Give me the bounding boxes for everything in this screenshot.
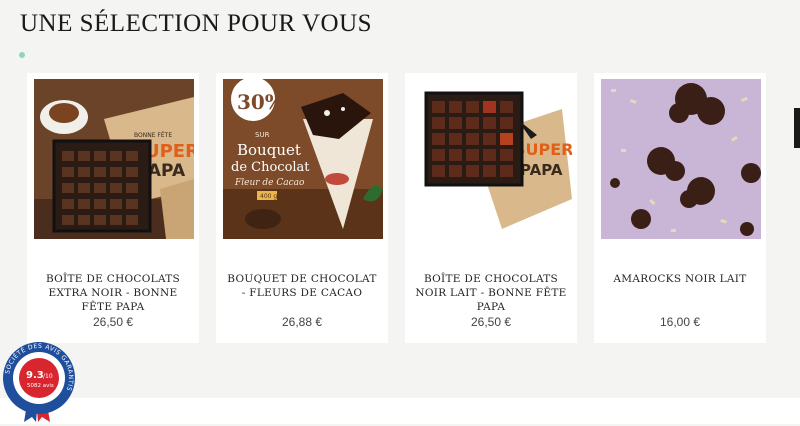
side-scroll-tab[interactable] (794, 108, 800, 148)
product-price: 26,50 € (470, 315, 512, 329)
svg-text:de Chocolat: de Chocolat (231, 160, 310, 175)
product-name[interactable]: BOÎTE DE CHOCOLATS NOIR LAIT - BONNE FÊT… (413, 272, 569, 314)
product-card[interactable]: SUPER PAPA BOÎTE DE CHOCOLATS NOIR LAIT … (405, 73, 577, 343)
product-image-gift-box[interactable]: BONNE FÊTE SUPER PAPA (34, 79, 194, 239)
svg-text:400 g: 400 g (260, 193, 277, 200)
review-badge[interactable]: SOCIÉTÉ DES AVIS GARANTIS 9.3 /10 5082 a… (2, 340, 80, 422)
product-price: 16,00 € (659, 315, 701, 329)
svg-text:Bouquet: Bouquet (237, 141, 301, 159)
review-score: 9.3 (26, 370, 44, 381)
product-image-bouquet[interactable]: 30% SUR Bouquet de Chocolat Fleur de Cac… (223, 79, 383, 239)
product-image-amarocks[interactable] (601, 79, 761, 239)
review-count: 5082 avis (27, 383, 54, 389)
product-image-gift-box[interactable]: SUPER PAPA (412, 79, 572, 239)
svg-text:BONNE FÊTE: BONNE FÊTE (134, 131, 172, 139)
product-name[interactable]: AMAROCKS NOIR LAIT (602, 272, 758, 286)
svg-text:PAPA: PAPA (520, 161, 563, 179)
product-card[interactable]: AMAROCKS NOIR LAIT 16,00 € (594, 73, 766, 343)
product-card[interactable]: BONNE FÊTE SUPER PAPA BOÎTE DE CHOCOLATS… (27, 73, 199, 343)
svg-text:30%: 30% (237, 90, 284, 114)
product-price: 26,50 € (92, 315, 134, 329)
product-name[interactable]: BOÎTE DE CHOCOLATS EXTRA NOIR - BONNE FÊ… (35, 272, 191, 314)
product-card[interactable]: 30% SUR Bouquet de Chocolat Fleur de Cac… (216, 73, 388, 343)
footer-band (0, 398, 800, 424)
product-name[interactable]: BOUQUET DE CHOCOLAT - FLEURS DE CACAO (224, 272, 380, 300)
section-title: UNE SÉLECTION POUR VOUS (20, 10, 373, 37)
product-price: 26,88 € (281, 315, 323, 329)
carousel-indicator-dot[interactable] (19, 52, 25, 58)
svg-text:/10: /10 (43, 373, 53, 380)
svg-text:SUR: SUR (255, 131, 270, 139)
svg-text:Fleur de Cacao: Fleur de Cacao (234, 178, 305, 188)
